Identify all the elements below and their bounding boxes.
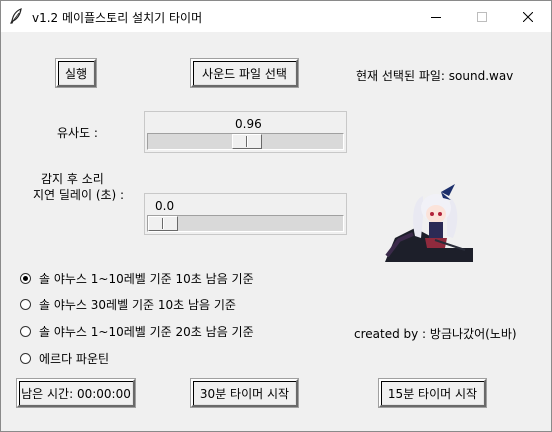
radio-button[interactable]: [20, 352, 31, 364]
similarity-slider[interactable]: 0.96: [144, 111, 347, 153]
mode-option-1[interactable]: 솔 야누스 1~10레벨 기준 10초 남음 기준: [20, 269, 254, 287]
window-title: v1.2 메이플스토리 설치기 타이머: [32, 11, 203, 25]
delay-value: 0.0: [155, 199, 175, 213]
feather-icon: [10, 8, 22, 24]
radio-button[interactable]: [20, 325, 31, 337]
maximize-button[interactable]: [459, 1, 505, 32]
delay-label-line2: 지연 딜레이 (초) :: [33, 188, 125, 202]
select-sound-button[interactable]: 사운드 파일 선택: [190, 58, 299, 88]
mode-option-label: 솔 야누스 1~10레벨 기준 20초 남음 기준: [39, 324, 254, 339]
mode-option-2[interactable]: 솔 야누스 30레벨 기준 10초 남음 기준: [20, 295, 236, 313]
close-icon: [523, 11, 533, 22]
run-button[interactable]: 실행: [55, 58, 97, 88]
credit-text: created by : 방금나갔어(노바): [354, 327, 517, 341]
current-file-label: 현재 선택된 파일: sound.wav: [356, 69, 514, 83]
main-panel: 실행 사운드 파일 선택 현재 선택된 파일: sound.wav 유사도 : …: [1, 32, 551, 431]
delay-thumb[interactable]: [148, 216, 178, 231]
app-window: v1.2 메이플스토리 설치기 타이머 실행 사운드 파일 선택 현재 선택된 …: [0, 0, 552, 432]
start-15min-button[interactable]: 15분 타이머 시작: [378, 378, 487, 408]
close-button[interactable]: [505, 1, 551, 32]
radio-button[interactable]: [20, 272, 31, 284]
maximize-icon: [477, 11, 487, 22]
mode-option-3[interactable]: 솔 야누스 1~10레벨 기준 20초 남음 기준: [20, 322, 254, 340]
similarity-value: 0.96: [235, 117, 262, 131]
mode-option-label: 솔 야누스 1~10레벨 기준 10초 남음 기준: [39, 271, 254, 286]
delay-slider[interactable]: 0.0: [144, 193, 347, 235]
radio-button[interactable]: [20, 298, 31, 310]
mode-option-label: 에르다 파운틴: [39, 351, 110, 366]
start-30min-button[interactable]: 30분 타이머 시작: [190, 378, 299, 408]
similarity-thumb[interactable]: [232, 134, 262, 149]
mode-option-4[interactable]: 에르다 파운틴: [20, 349, 109, 367]
delay-label-line1: 감지 후 소리: [41, 172, 104, 186]
similarity-trough[interactable]: [147, 133, 344, 150]
remaining-time-button[interactable]: 남은 시간: 00:00:00: [16, 378, 136, 408]
character-image: [385, 184, 473, 262]
mode-option-label: 솔 야누스 30레벨 기준 10초 남음 기준: [39, 297, 236, 312]
title-bar[interactable]: v1.2 메이플스토리 설치기 타이머: [1, 1, 551, 32]
minimize-button[interactable]: [413, 1, 459, 32]
minimize-icon: [431, 16, 441, 18]
delay-trough[interactable]: [147, 215, 344, 232]
similarity-label: 유사도 :: [57, 126, 98, 140]
